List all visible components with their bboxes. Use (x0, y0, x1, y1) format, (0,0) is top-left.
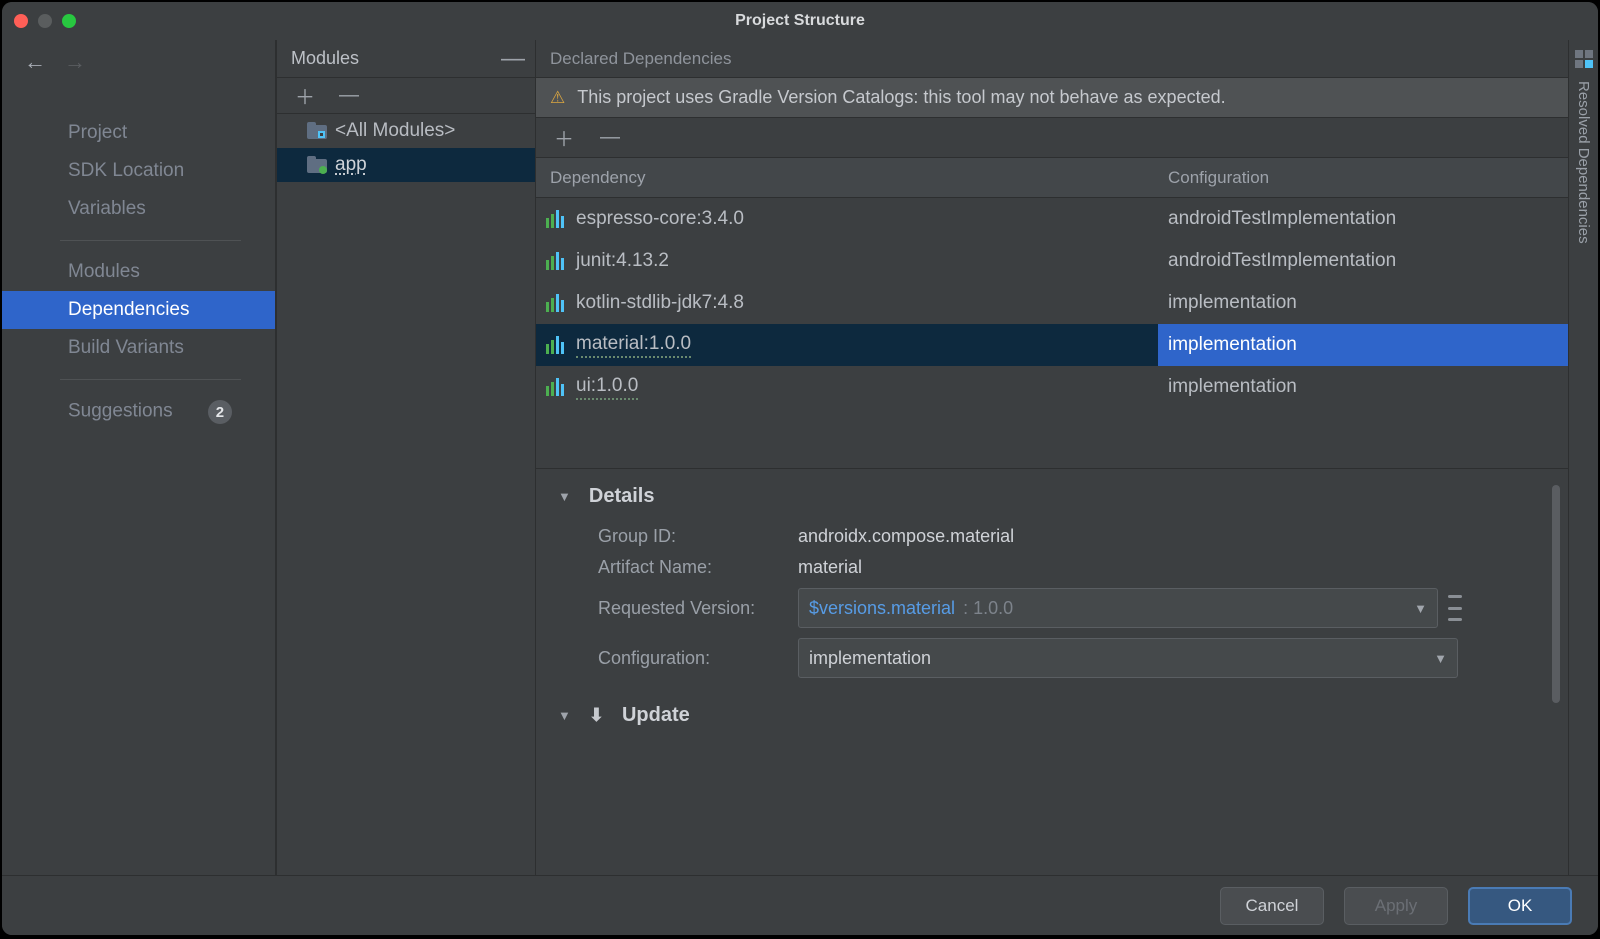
dep-row[interactable]: espresso-core:3.4.0 androidTestImplement… (536, 198, 1568, 240)
version-variable: $versions.material (809, 598, 955, 619)
modules-header: Modules — (277, 40, 535, 78)
sidebar-item-label: Suggestions (68, 401, 173, 422)
column-configuration[interactable]: Configuration (1158, 168, 1568, 188)
sidebar-separator (60, 240, 241, 241)
cancel-button[interactable]: Cancel (1220, 887, 1324, 925)
details-title: Details (589, 485, 655, 508)
rows-spacer (536, 408, 1568, 468)
details-header[interactable]: ▼ Details (558, 485, 1550, 508)
scrollbar[interactable] (1552, 485, 1560, 703)
dep-row[interactable]: junit:4.13.2 androidTestImplementation (536, 240, 1568, 282)
titlebar: Project Structure (2, 2, 1598, 40)
sidebar-item-dependencies[interactable]: Dependencies (2, 291, 275, 329)
suggestions-badge: 2 (208, 400, 232, 424)
add-dependency-icon[interactable]: ＋ (554, 123, 574, 152)
chevron-down-icon: ▼ (1434, 651, 1447, 666)
add-module-icon[interactable]: ＋ (295, 81, 315, 110)
resolved-deps-icon (1575, 50, 1593, 73)
minimize-window-button[interactable] (38, 14, 52, 28)
sidebar-item-sdk-location[interactable]: SDK Location (2, 152, 275, 190)
sidebar-separator (60, 379, 241, 380)
sidebar-item-variables[interactable]: Variables (2, 190, 275, 228)
dep-name: junit:4.13.2 (576, 250, 669, 272)
update-header[interactable]: ▼ ⬇ Update (558, 704, 1550, 727)
dep-config: androidTestImplementation (1158, 240, 1568, 282)
project-structure-dialog: Project Structure ← → Project SDK Locati… (2, 2, 1598, 935)
requested-version-combo[interactable]: $versions.material : 1.0.0 ▼ (798, 588, 1438, 628)
artifact-name-label: Artifact Name: (598, 557, 798, 578)
dep-name: material:1.0.0 (576, 333, 691, 358)
modules-panel: Modules — ＋ — <All Modules> app (276, 40, 536, 875)
configuration-label: Configuration: (598, 648, 798, 669)
dep-name: ui:1.0.0 (576, 375, 638, 400)
deps-rows: espresso-core:3.4.0 androidTestImplement… (536, 198, 1568, 408)
modules-tree: <All Modules> app (277, 114, 535, 182)
group-id-value: androidx.compose.material (798, 526, 1014, 547)
group-id-label: Group ID: (598, 526, 798, 547)
resolved-deps-rail[interactable]: Resolved Dependencies (1568, 40, 1598, 875)
dialog-title: Project Structure (2, 12, 1598, 30)
warning-text: This project uses Gradle Version Catalog… (577, 87, 1225, 108)
configuration-combo[interactable]: implementation ▼ (798, 638, 1458, 678)
sidebar-item-build-variants[interactable]: Build Variants (2, 329, 275, 367)
remove-dependency-icon[interactable]: — (600, 126, 620, 149)
dep-name: kotlin-stdlib-jdk7:4.8 (576, 292, 744, 314)
library-icon (546, 210, 564, 228)
artifact-name-value: material (798, 557, 862, 578)
dialog-footer: Cancel Apply OK (2, 875, 1598, 935)
sidebar-item-project[interactable]: Project (2, 114, 275, 152)
requested-version-label: Requested Version: (598, 598, 798, 619)
forward-arrow-icon[interactable]: → (64, 49, 86, 75)
close-window-button[interactable] (14, 14, 28, 28)
module-label: <All Modules> (335, 120, 455, 142)
dep-config: implementation (1158, 366, 1568, 408)
minimize-panel-icon[interactable]: — (501, 45, 525, 73)
library-icon (546, 252, 564, 270)
dep-config: androidTestImplementation (1158, 198, 1568, 240)
deps-toolbar: ＋ — (536, 118, 1568, 158)
update-title: Update (622, 704, 690, 727)
declared-deps-title: Declared Dependencies (536, 40, 1568, 78)
chevron-down-icon: ▼ (1414, 601, 1427, 616)
chevron-down-icon: ▼ (558, 708, 571, 723)
library-icon (546, 378, 564, 396)
resize-handle-icon[interactable] (1448, 593, 1462, 623)
module-folder-icon (307, 156, 327, 174)
apply-button[interactable]: Apply (1344, 887, 1448, 925)
configuration-value: implementation (809, 648, 931, 669)
library-icon (546, 294, 564, 312)
deps-table-head: Dependency Configuration (536, 158, 1568, 198)
dep-row[interactable]: kotlin-stdlib-jdk7:4.8 implementation (536, 282, 1568, 324)
dep-config: implementation (1158, 282, 1568, 324)
module-app[interactable]: app (277, 148, 535, 182)
library-icon (546, 336, 564, 354)
details-panel: ▼ Details Group ID: androidx.compose.mat… (536, 468, 1568, 753)
module-all[interactable]: <All Modules> (277, 114, 535, 148)
main-panel: Declared Dependencies ⚠ This project use… (536, 40, 1568, 875)
window-controls (14, 14, 76, 28)
modules-title: Modules (291, 48, 359, 69)
dep-config: implementation (1158, 324, 1568, 366)
sidebar: ← → Project SDK Location Variables Modul… (2, 40, 276, 875)
module-label: app (335, 154, 367, 176)
dep-name: espresso-core:3.4.0 (576, 208, 744, 230)
back-arrow-icon[interactable]: ← (24, 49, 46, 75)
module-folder-icon (307, 122, 327, 140)
sidebar-item-modules[interactable]: Modules (2, 253, 275, 291)
warning-banner: ⚠ This project uses Gradle Version Catal… (536, 78, 1568, 118)
remove-module-icon[interactable]: — (339, 84, 359, 107)
dep-row[interactable]: ui:1.0.0 implementation (536, 366, 1568, 408)
download-icon: ⬇ (589, 705, 604, 726)
ok-button[interactable]: OK (1468, 887, 1572, 925)
warning-icon: ⚠ (550, 88, 565, 108)
nav-arrows: ← → (2, 40, 275, 84)
dep-row[interactable]: material:1.0.0 implementation (536, 324, 1568, 366)
modules-toolbar: ＋ — (277, 78, 535, 114)
resolved-deps-label: Resolved Dependencies (1575, 81, 1592, 244)
version-resolved: : 1.0.0 (963, 598, 1013, 619)
maximize-window-button[interactable] (62, 14, 76, 28)
sidebar-item-suggestions[interactable]: Suggestions 2 (2, 392, 275, 432)
chevron-down-icon: ▼ (558, 489, 571, 504)
column-dependency[interactable]: Dependency (536, 168, 1158, 188)
